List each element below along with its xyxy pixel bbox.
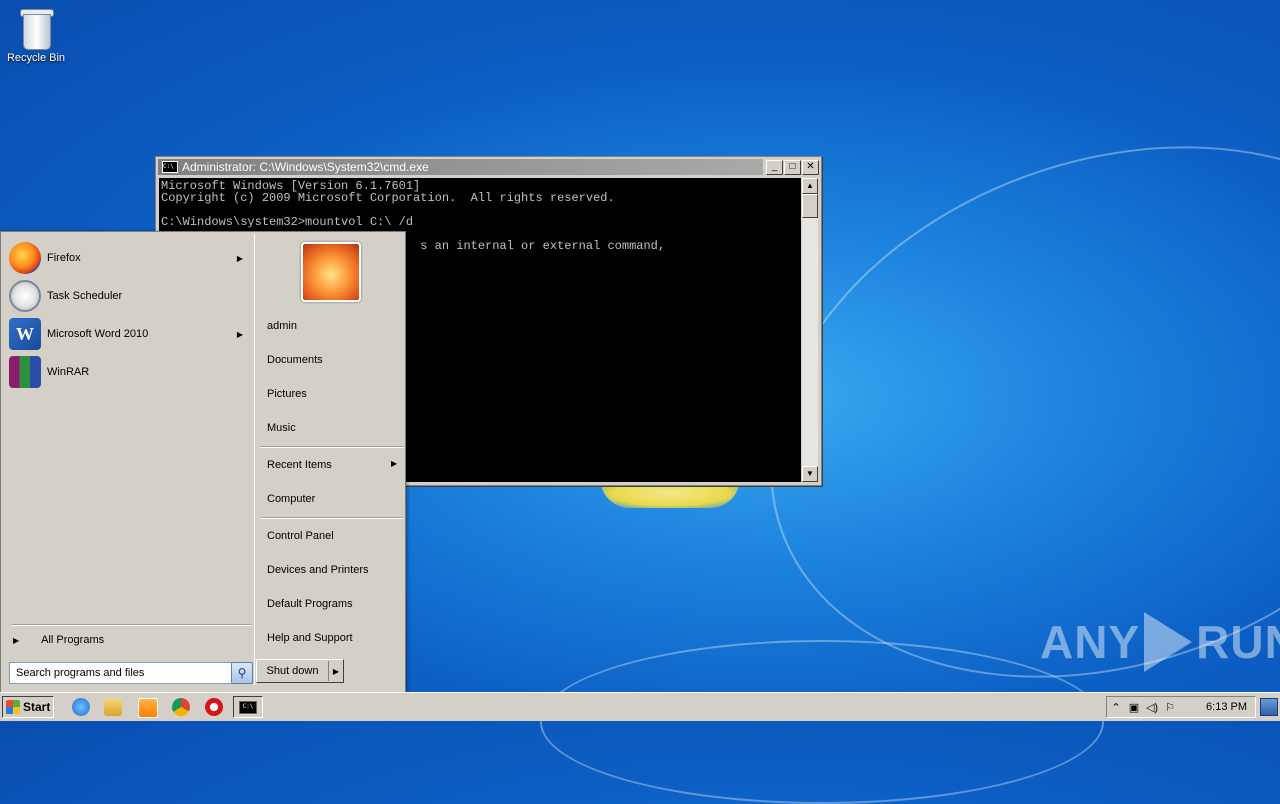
- places-item-admin[interactable]: admin: [267, 320, 297, 332]
- program-item-firefox[interactable]: Firefox ▶: [9, 240, 249, 276]
- volume-icon[interactable]: ◁): [1143, 701, 1161, 714]
- cmd-icon: C:\: [162, 161, 178, 173]
- places-item-devices-printers[interactable]: Devices and Printers: [267, 564, 369, 576]
- firefox-icon: [9, 242, 41, 274]
- action-center-flag-icon[interactable]: ⚐: [1161, 701, 1179, 714]
- user-avatar[interactable]: [301, 242, 361, 302]
- program-item-task-scheduler[interactable]: Task Scheduler: [9, 278, 249, 314]
- console-line: Copyright (c) 2009 Microsoft Corporation…: [161, 191, 615, 205]
- program-label: Firefox: [47, 252, 81, 264]
- wallpaper-swoosh: [540, 640, 1104, 804]
- network-icon[interactable]: ▣: [1125, 701, 1143, 714]
- windows-explorer-icon[interactable]: [104, 698, 122, 716]
- places-item-default-programs[interactable]: Default Programs: [267, 598, 353, 610]
- shutdown-options-arrow-icon[interactable]: ▶: [329, 667, 343, 676]
- anyrun-watermark: ANY RUN: [1040, 612, 1280, 672]
- clock[interactable]: 6:13 PM: [1206, 701, 1255, 713]
- internet-explorer-icon[interactable]: [72, 698, 90, 716]
- chrome-icon[interactable]: [172, 698, 190, 716]
- places-item-computer[interactable]: Computer: [267, 493, 315, 505]
- task-scheduler-icon: [9, 280, 41, 312]
- program-item-winrar[interactable]: WinRAR: [9, 354, 249, 390]
- arrow-right-icon: ▶: [13, 635, 20, 645]
- search-input[interactable]: Search programs and files: [9, 662, 237, 684]
- divider: [261, 517, 403, 519]
- scroll-thumb[interactable]: [802, 194, 818, 218]
- all-programs-item[interactable]: ▶ All Programs: [13, 634, 104, 646]
- places-item-pictures[interactable]: Pictures: [267, 388, 307, 400]
- program-item-word[interactable]: W Microsoft Word 2010 ▶: [9, 316, 249, 352]
- places-item-music[interactable]: Music: [267, 422, 296, 434]
- all-programs-label: All Programs: [41, 634, 105, 646]
- scroll-up-icon[interactable]: ▲: [802, 178, 818, 194]
- cmd-icon: C:\: [239, 700, 257, 714]
- shutdown-label: Shut down: [257, 661, 329, 681]
- submenu-arrow-icon: ▶: [236, 253, 243, 263]
- submenu-arrow-icon: ▶: [391, 459, 398, 468]
- places-item-control-panel[interactable]: Control Panel: [267, 530, 334, 542]
- minimize-button[interactable]: _: [766, 159, 783, 175]
- close-button[interactable]: ✕: [802, 159, 819, 175]
- watermark-text-right: RUN: [1196, 616, 1280, 668]
- places-item-label: Recent Items: [267, 459, 332, 471]
- program-label: Task Scheduler: [47, 290, 123, 302]
- divider: [11, 624, 251, 626]
- program-label: Microsoft Word 2010: [47, 328, 149, 340]
- taskbar-cmd-button[interactable]: C:\: [233, 696, 263, 718]
- shutdown-button[interactable]: Shut down ▶: [256, 659, 344, 683]
- divider: [261, 446, 403, 448]
- watermark-text-left: ANY: [1040, 616, 1141, 668]
- media-player-icon[interactable]: [138, 698, 158, 718]
- places-item-recent-items[interactable]: Recent Items ▶: [267, 459, 397, 471]
- window-title: Administrator: C:\Windows\System32\cmd.e…: [182, 160, 429, 174]
- places-item-documents[interactable]: Documents: [267, 354, 323, 366]
- play-icon: [1144, 612, 1193, 672]
- start-label: Start: [23, 700, 51, 714]
- places-item-help-support[interactable]: Help and Support: [267, 632, 353, 644]
- system-tray: ⌃ ▣ ◁) ⚐ 6:13 PM: [1106, 696, 1256, 718]
- maximize-button[interactable]: □: [784, 159, 801, 175]
- windows-logo-icon: [6, 700, 20, 714]
- start-button[interactable]: Start: [2, 696, 54, 718]
- scroll-down-icon[interactable]: ▼: [802, 466, 818, 482]
- taskbar: Start C:\ ⌃ ▣ ◁) ⚐ 6:13 PM: [0, 692, 1280, 721]
- cmd-titlebar[interactable]: C:\ Administrator: C:\Windows\System32\c…: [156, 157, 821, 177]
- console-line: C:\Windows\system32>mountvol C:\ /d: [161, 215, 414, 229]
- winrar-icon: [9, 356, 41, 388]
- start-menu-programs-pane: Firefox ▶ Task Scheduler W Microsoft Wor…: [3, 234, 255, 685]
- search-icon[interactable]: ⚲: [231, 662, 253, 684]
- show-hidden-icons-icon[interactable]: ⌃: [1107, 701, 1125, 714]
- desktop-icon-recycle-bin[interactable]: Recycle Bin: [4, 6, 68, 64]
- program-label: WinRAR: [47, 366, 90, 378]
- word-icon: W: [9, 318, 41, 350]
- opera-icon[interactable]: [205, 698, 223, 716]
- desktop-icon-label: Recycle Bin: [6, 52, 66, 64]
- recycle-bin-icon: [19, 6, 54, 50]
- show-desktop-button[interactable]: [1260, 698, 1278, 716]
- vertical-scrollbar[interactable]: ▲ ▼: [802, 178, 818, 482]
- submenu-arrow-icon: ▶: [236, 329, 243, 339]
